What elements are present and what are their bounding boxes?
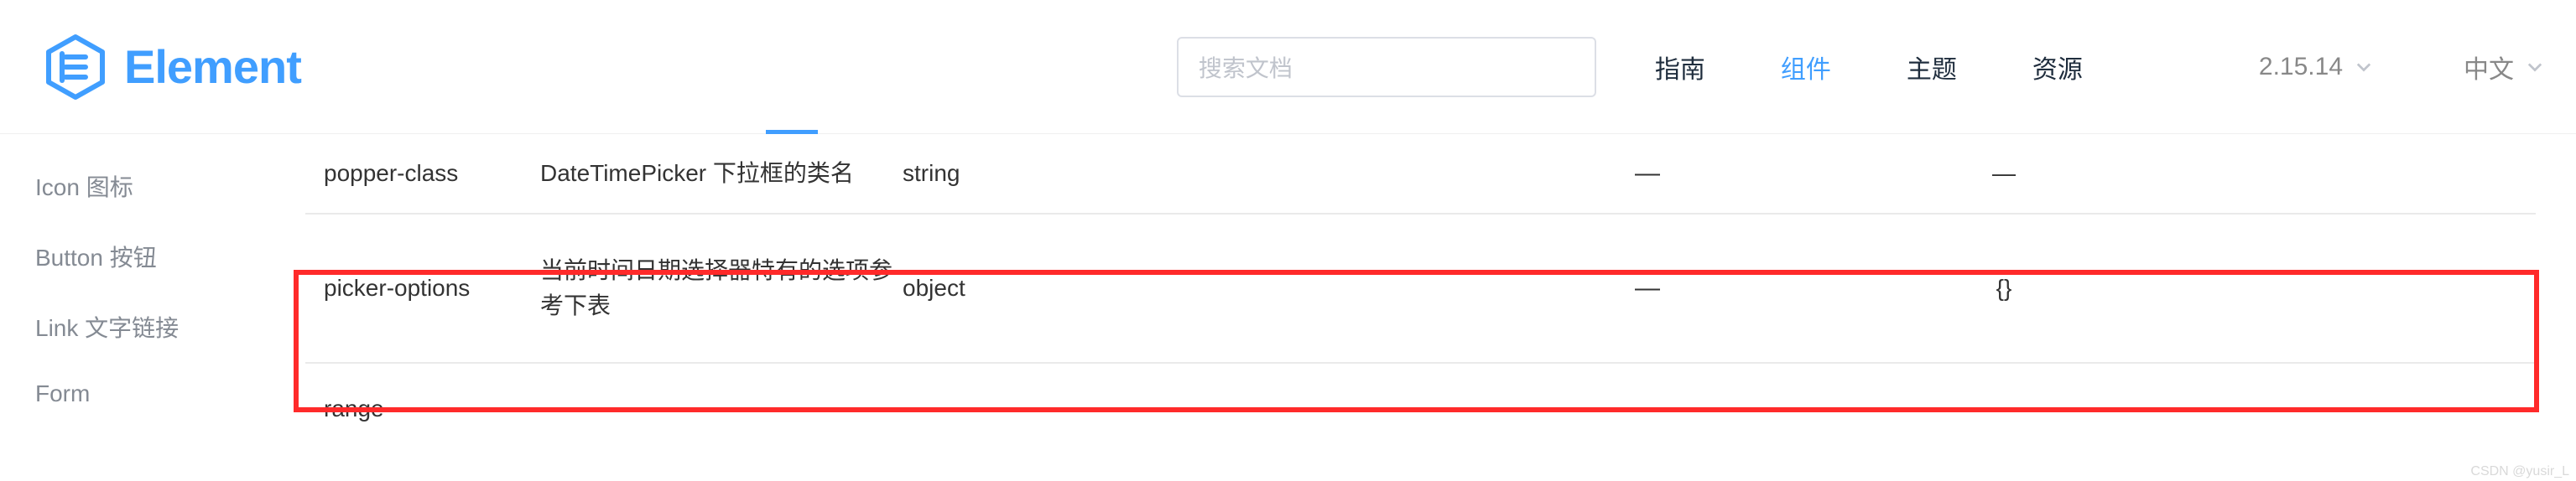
cell-default: {}: [1907, 275, 2100, 302]
version-label: 2.15.14: [2259, 53, 2343, 81]
sidebar-item-form[interactable]: Form: [35, 362, 305, 426]
cell-desc: DateTimePicker 下拉框的类名: [540, 156, 892, 191]
nav-component[interactable]: 组件: [1781, 42, 1831, 92]
cell-default: —: [1907, 160, 2100, 187]
sidebar-item-link[interactable]: Link 文字链接: [35, 292, 305, 362]
cell-type: string: [892, 160, 1387, 187]
cell-options: —: [1387, 274, 1907, 303]
lang-label: 中文: [2464, 49, 2514, 85]
table-row: picker-options 当前时间日期选择器特有的选项参考下表 object…: [305, 215, 2536, 362]
nav-theme[interactable]: 主题: [1907, 42, 1957, 92]
cell-type: object: [892, 275, 1387, 302]
nav-guide[interactable]: 指南: [1655, 42, 1705, 92]
logo[interactable]: Element: [42, 34, 301, 101]
chevron-down-icon: [2527, 59, 2542, 75]
cell-desc: 当前时间日期选择器特有的选项参考下表: [540, 253, 892, 323]
main-nav: 指南 组件 主题 资源: [1655, 42, 2083, 92]
table-row: popper-class DateTimePicker 下拉框的类名 strin…: [305, 134, 2536, 215]
sidebar-item-button[interactable]: Button 按钮: [35, 221, 305, 292]
attributes-table: popper-class DateTimePicker 下拉框的类名 strin…: [305, 134, 2536, 422]
search-input[interactable]: 搜索文档: [1177, 37, 1596, 97]
watermark: CSDN @yusir_L: [2470, 464, 2569, 479]
cell-options: —: [1387, 159, 1907, 188]
content-area: popper-class DateTimePicker 下拉框的类名 strin…: [305, 134, 2576, 426]
logo-text: Element: [124, 39, 301, 94]
search-placeholder: 搜索文档: [1199, 50, 1293, 84]
sidebar-item-icon[interactable]: Icon 图标: [35, 151, 305, 221]
cell-param: popper-class: [305, 160, 540, 187]
nav-resource[interactable]: 资源: [2032, 42, 2083, 92]
element-logo-icon: [42, 34, 109, 101]
chevron-down-icon: [2356, 59, 2371, 75]
sidebar: Icon 图标 Button 按钮 Link 文字链接 Form: [0, 134, 305, 426]
header: Element 搜索文档 指南 组件 主题 资源 2.15.14 中文: [0, 0, 2576, 134]
version-dropdown[interactable]: 2.15.14: [2259, 53, 2371, 81]
cell-param-truncated: range-: [305, 364, 2536, 422]
cell-param: picker-options: [305, 272, 540, 304]
lang-dropdown[interactable]: 中文: [2464, 49, 2542, 85]
